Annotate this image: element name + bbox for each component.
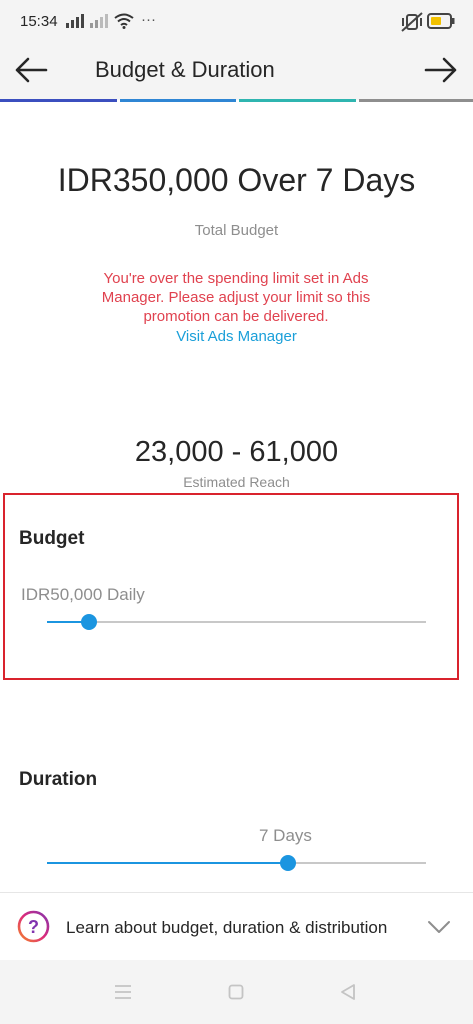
progress-step-3	[239, 99, 356, 102]
progress-step-1	[0, 99, 117, 102]
estimated-reach-value: 23,000 - 61,000	[134, 436, 339, 468]
system-nav-bar	[0, 960, 473, 1024]
signal-no-sim-icon	[90, 14, 110, 28]
budget-slider-thumb[interactable]	[81, 614, 97, 630]
visit-ads-manager-link[interactable]: Visit Ads Manager	[0, 328, 473, 345]
svg-text:?: ?	[28, 917, 39, 937]
budget-slider-track	[47, 621, 426, 623]
estimated-reach-label: Estimated Reach	[183, 474, 290, 490]
duration-slider-thumb[interactable]	[280, 855, 296, 871]
progress-step-2	[120, 99, 236, 102]
battery-icon	[427, 13, 455, 29]
duration-slider-fill	[47, 862, 288, 864]
arrow-left-icon[interactable]	[14, 57, 48, 83]
duration-value-label: 7 Days	[259, 826, 312, 845]
page-title: Budget & Duration	[95, 57, 275, 82]
budget-heading: Budget	[19, 528, 85, 549]
app-bar: Budget & Duration	[0, 44, 473, 100]
duration-heading: Duration	[19, 769, 98, 790]
duration-slider[interactable]	[47, 855, 426, 871]
spending-limit-warning: You're over the spending limit set in Ad…	[101, 270, 371, 325]
total-budget-label: Total Budget	[194, 222, 279, 239]
status-time: 15:34	[20, 13, 58, 30]
signal-icon	[66, 14, 86, 28]
question-circle-icon: ?	[17, 910, 50, 943]
learn-more-text: Learn about budget, duration & distribut…	[66, 918, 388, 937]
wifi-icon	[114, 13, 134, 29]
home-square-icon[interactable]	[228, 984, 244, 1000]
menu-icon[interactable]	[114, 984, 132, 1000]
vibrate-icon	[401, 12, 423, 32]
back-triangle-icon[interactable]	[339, 983, 357, 1001]
budget-slider[interactable]	[47, 614, 426, 630]
status-bar: 15:34 ···	[0, 0, 473, 44]
total-budget-value: IDR350,000 Over 7 Days	[57, 162, 416, 198]
progress-step-4	[359, 99, 473, 102]
learn-more-row[interactable]: ? Learn about budget, duration & distrib…	[0, 892, 473, 961]
arrow-right-icon[interactable]	[424, 57, 458, 83]
budget-value-label: IDR50,000 Daily	[21, 585, 145, 604]
chevron-down-icon[interactable]	[427, 920, 451, 934]
more-icon: ···	[141, 11, 156, 28]
